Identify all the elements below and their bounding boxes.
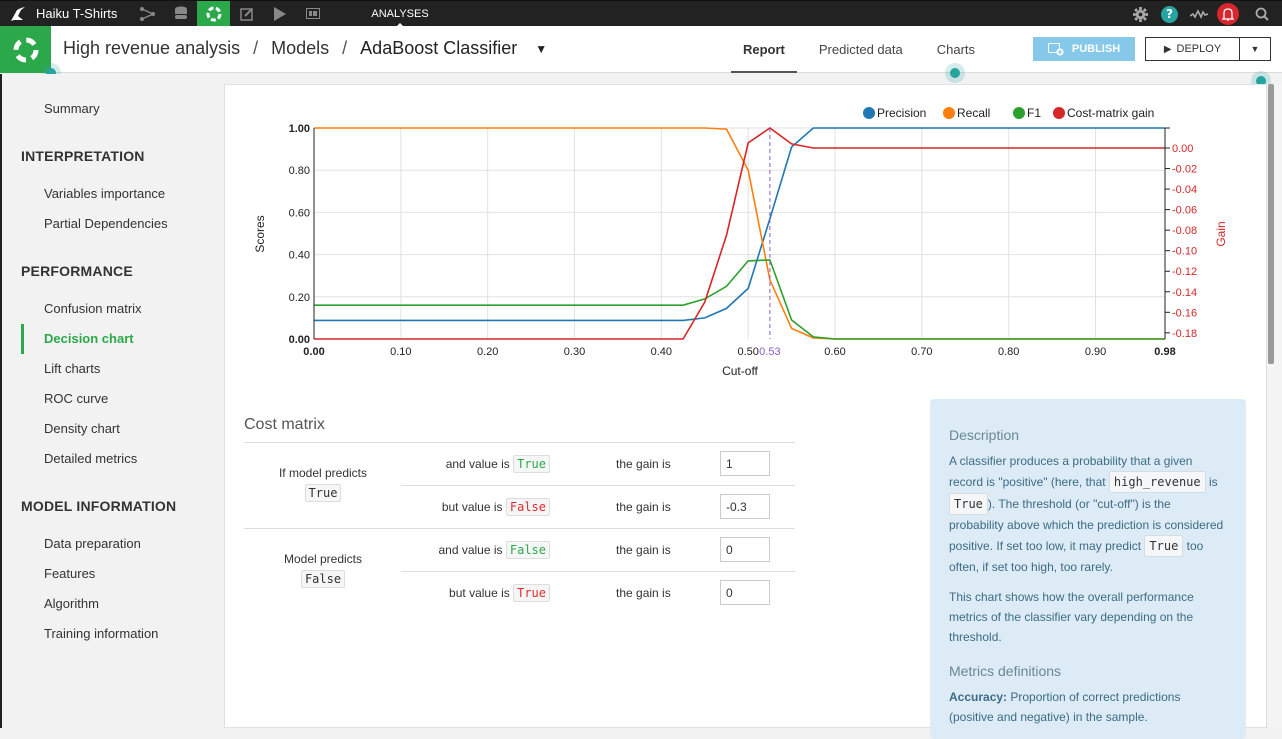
row-value: True: [513, 455, 550, 473]
gain-false-negative-input[interactable]: [720, 580, 770, 605]
row-prefix: but value is: [449, 586, 510, 600]
cost-row-fp: but value is False: [402, 498, 550, 516]
metrics-definitions-title: Metrics definitions: [949, 663, 1062, 679]
y2-tick-label: -0.12: [1172, 266, 1197, 278]
row-value: False: [505, 541, 550, 559]
accuracy-label: Accuracy:: [949, 690, 1008, 704]
x-tick-label: 0.50: [737, 346, 758, 358]
x-tick-label: 0.98: [1154, 346, 1175, 358]
group-label: If model predicts: [278, 466, 368, 480]
description-paragraph: A classifier produces a probability that…: [949, 451, 1226, 577]
x-tick-label: 0.00: [303, 346, 324, 358]
y2-tick-label: -0.10: [1172, 246, 1197, 258]
sidebar-item-training-information[interactable]: Training information: [44, 626, 158, 641]
y-tick-label: 1.00: [289, 123, 310, 135]
x-tick-label: 0.30: [564, 346, 585, 358]
y-tick-label: 0.00: [289, 334, 310, 346]
y-axis-label: Scores: [253, 215, 267, 252]
group-label: Model predicts: [283, 552, 363, 566]
row-prefix: and value is: [438, 543, 503, 557]
legend-label-cost-matrix-gain: Cost-matrix gain: [1067, 106, 1154, 120]
gain-true-negative-input[interactable]: [720, 537, 770, 562]
y2-tick-label: -0.14: [1172, 287, 1197, 299]
series-line-f1: [314, 259, 1165, 340]
y2-tick-label: -0.18: [1172, 328, 1197, 340]
sidebar-item-detailed-metrics[interactable]: Detailed metrics: [44, 451, 137, 466]
x-axis-label: Cut-off: [722, 364, 758, 378]
description-paragraph-2: This chart shows how the overall perform…: [949, 590, 1194, 644]
cost-row-tp: and value is True: [402, 455, 550, 473]
decision-chart: 0.00 0.20 0.40 0.60 0.80 1.00 0.00 0.10 0.20 0.30…: [253, 106, 1228, 378]
divider: [244, 528, 795, 529]
row-value: False: [505, 498, 550, 516]
legend-swatch-cost-matrix-gain: [1053, 107, 1065, 119]
y-tick-label: 0.80: [289, 165, 310, 177]
description-title: Description: [949, 427, 1020, 443]
legend-swatch-recall: [943, 107, 955, 119]
sidebar-item-algorithm[interactable]: Algorithm: [44, 596, 99, 611]
y-tick-label: 0.20: [289, 292, 310, 304]
y2-axis-label: Gain: [1214, 221, 1228, 246]
code-true: True: [949, 493, 988, 515]
y-tick-label: 0.60: [289, 207, 310, 219]
description-panel: Description A classifier produces a prob…: [930, 399, 1246, 739]
row-value: True: [513, 584, 550, 602]
y2-tick-label: -0.08: [1172, 225, 1197, 237]
sidebar-item-density-chart[interactable]: Density chart: [44, 421, 120, 436]
gain-label: the gain is: [616, 543, 671, 557]
divider: [244, 442, 795, 443]
sidebar-section-model-information: MODEL INFORMATION: [21, 498, 177, 514]
series-line-cost-matrix-gain: [314, 127, 1165, 340]
gain-label: the gain is: [616, 500, 671, 514]
legend-label-f1: F1: [1027, 106, 1041, 120]
series-line-precision: [314, 127, 1165, 322]
chart-grid: [314, 127, 1165, 339]
divider: [401, 571, 795, 572]
y-tick-label: 0.40: [289, 250, 310, 262]
series-line-recall: [314, 127, 1165, 340]
y2-tick-label: -0.06: [1172, 205, 1197, 217]
divider: [401, 485, 795, 486]
y2-tick-label: -0.16: [1172, 307, 1197, 319]
legend-swatch-f1: [1013, 107, 1025, 119]
chart-legend: Precision Recall F1 Cost-matrix gain: [863, 106, 1154, 120]
cost-row-fn: but value is True: [402, 584, 550, 602]
x-tick-label: 0.90: [1085, 346, 1106, 358]
group-value: True: [304, 484, 342, 502]
gain-true-positive-input[interactable]: [720, 451, 770, 476]
x-tick-label: 0.60: [824, 346, 845, 358]
cost-group-false: Model predicts False: [244, 552, 402, 588]
x-tick-label: 0.70: [911, 346, 932, 358]
legend-label-recall: Recall: [957, 106, 990, 120]
gain-label: the gain is: [616, 457, 671, 471]
threshold-label: 0.53: [759, 346, 780, 358]
code-target: high_revenue: [1108, 471, 1206, 493]
x-tick-label: 0.80: [998, 346, 1019, 358]
y2-tick-label: 0.00: [1172, 143, 1193, 155]
y2-tick-label: -0.02: [1172, 164, 1197, 176]
row-prefix: and value is: [445, 457, 510, 471]
chart-axes: 0.00 0.20 0.40 0.60 0.80 1.00 0.00 0.10 0.20 0.30…: [289, 123, 1198, 358]
x-tick-label: 0.40: [651, 346, 672, 358]
gain-label: the gain is: [616, 586, 671, 600]
cost-group-true: If model predicts True: [244, 466, 402, 502]
x-tick-label: 0.10: [390, 346, 411, 358]
chart-series: [314, 127, 1165, 340]
cost-matrix-title: Cost matrix: [244, 416, 325, 433]
legend-label-precision: Precision: [877, 106, 926, 120]
code-true: True: [1144, 535, 1184, 557]
gain-false-positive-input[interactable]: [720, 494, 770, 519]
text: is: [1205, 475, 1218, 489]
sidebar-item-data-preparation[interactable]: Data preparation: [44, 536, 141, 551]
x-tick-label: 0.20: [477, 346, 498, 358]
accuracy-definition: Accuracy: Proportion of correct predicti…: [949, 687, 1226, 727]
row-prefix: but value is: [441, 500, 503, 514]
cost-row-tn: and value is False: [402, 541, 550, 559]
legend-swatch-precision: [863, 107, 875, 119]
sidebar-item-features[interactable]: Features: [44, 566, 95, 581]
group-value: False: [300, 570, 346, 588]
y2-tick-label: -0.04: [1172, 184, 1197, 196]
